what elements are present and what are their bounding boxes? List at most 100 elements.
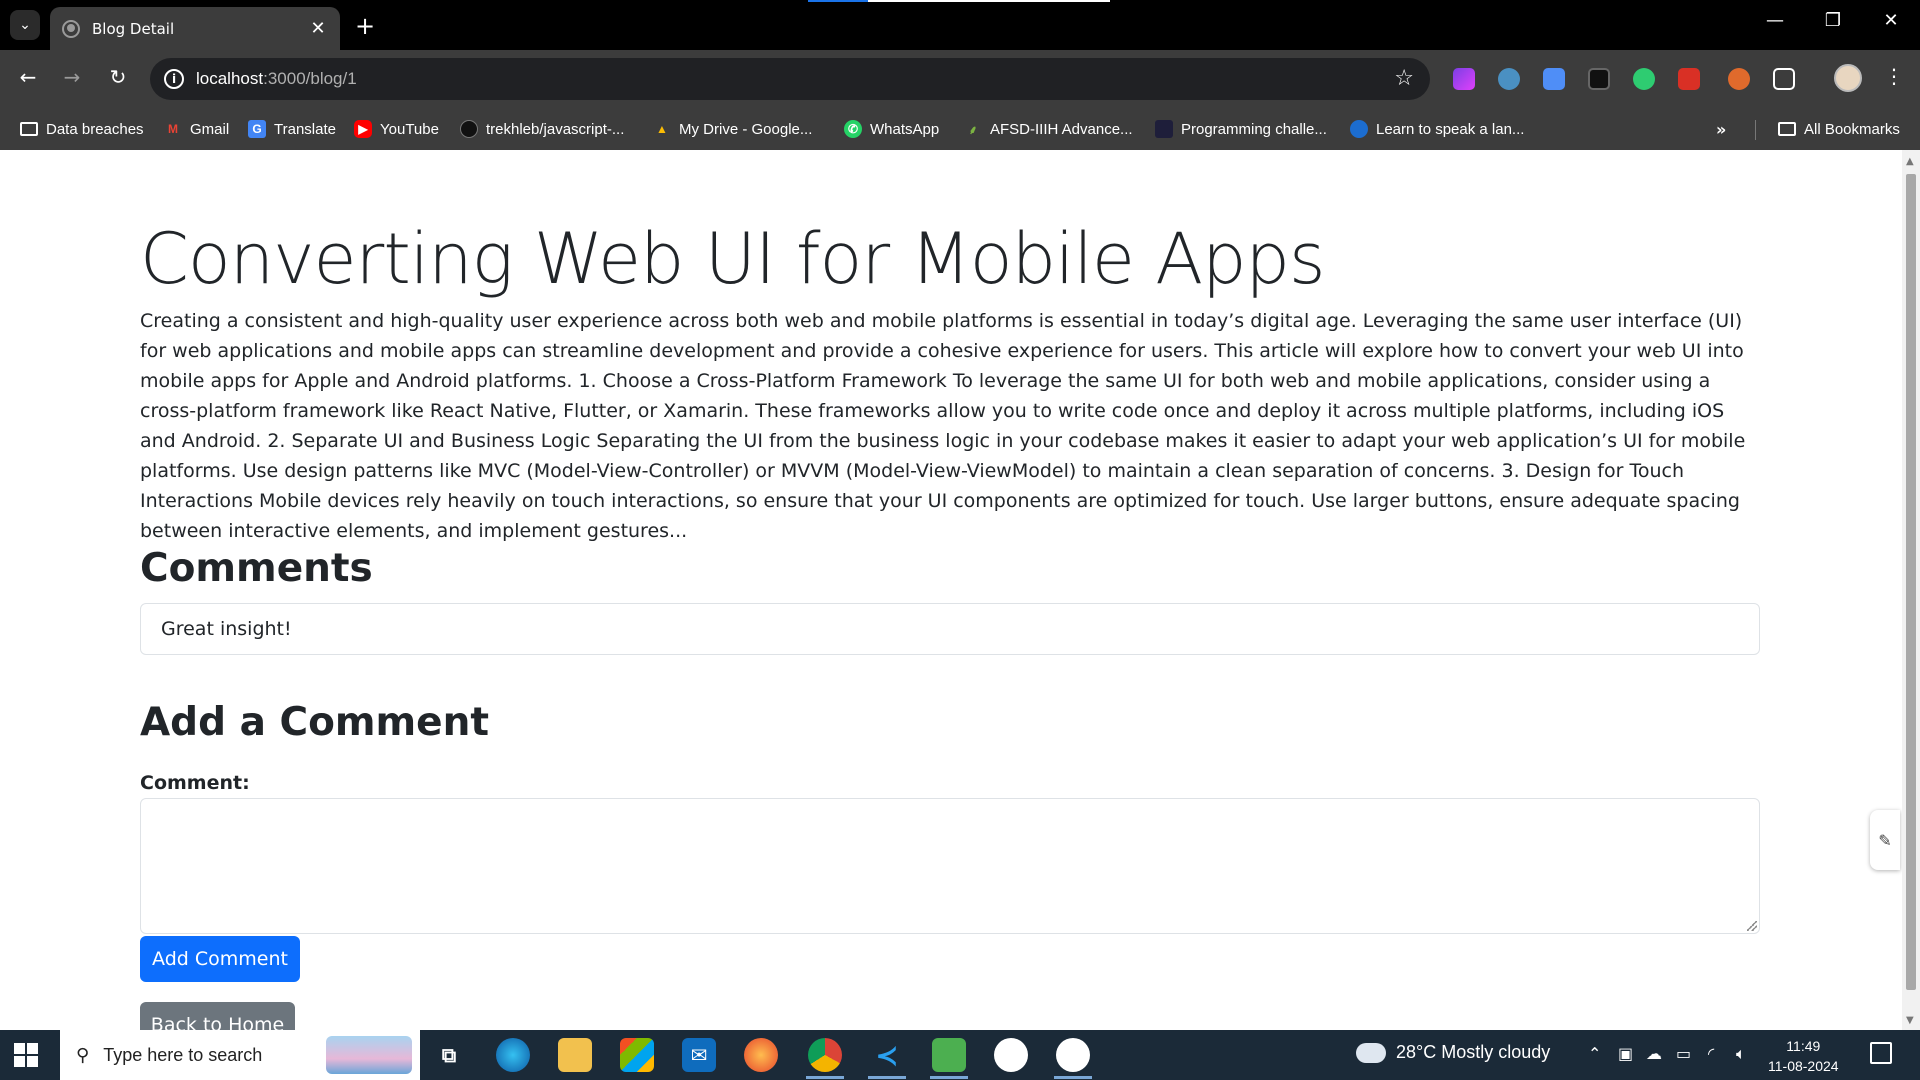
cloud-icon (1352, 1036, 1386, 1063)
page-viewport: Converting Web UI for Mobile Apps Creati… (0, 150, 1902, 1030)
close-icon[interactable]: ✕ (308, 18, 328, 39)
extension-dark-icon[interactable] (1588, 68, 1610, 90)
vscode-active-indicator (868, 1076, 906, 1079)
chrome-active-indicator (806, 1076, 844, 1079)
file-explorer-icon[interactable] (558, 1038, 592, 1072)
extensions-puzzle-icon[interactable] (1773, 68, 1795, 90)
bookmark-programming[interactable]: Programming challe... (1155, 116, 1327, 142)
tab-title: Blog Detail (92, 19, 175, 38)
all-bookmarks[interactable]: All Bookmarks (1778, 116, 1900, 142)
chevron-up-icon[interactable]: ⌃ (1588, 1044, 1601, 1063)
onedrive-cloud-icon[interactable]: ☁ (1646, 1044, 1662, 1063)
app-panda-icon-2[interactable] (1056, 1038, 1090, 1072)
windows-start-icon[interactable] (14, 1043, 38, 1067)
extension-icon[interactable] (1453, 68, 1475, 90)
reload-button[interactable]: ↻ (104, 65, 132, 89)
extension-clock-icon[interactable] (1498, 68, 1520, 90)
add-comment-button[interactable]: Add Comment (140, 936, 300, 982)
comment-item: Great insight! (140, 603, 1760, 655)
microsoft-store-icon[interactable] (620, 1038, 654, 1072)
comment-label: Comment: (140, 772, 250, 794)
wifi-icon[interactable]: ◜ (1708, 1044, 1714, 1063)
browser-toolbar: ← → ↻ i localhost:3000/blog/1 ☆ ⋮ (0, 50, 1920, 108)
tab-strip: ⌄ Blog Detail ✕ + — ❐ ✕ (0, 0, 1920, 50)
loading-indicator (808, 0, 1110, 2)
chevron-down-icon: ⌄ (19, 17, 31, 33)
windows-taskbar: ⚲ Type here to search ⧉ ✉ ≺ 28°C Mostly … (0, 1030, 1920, 1080)
bookmarks-overflow-icon[interactable]: » (1716, 120, 1726, 139)
bookmark-gmail[interactable]: M Gmail (164, 116, 229, 142)
page-scrollbar[interactable]: ▲ ▼ (1902, 150, 1920, 1030)
bookmark-translate[interactable]: G Translate (248, 116, 336, 142)
edge-icon[interactable] (496, 1038, 530, 1072)
extension-badge-icon[interactable] (1728, 68, 1750, 90)
bookmarks-bar: Data breaches M Gmail G Translate ▶ YouTube… (0, 108, 1920, 150)
translate-icon: G (248, 120, 266, 138)
scroll-down-arrow-icon[interactable]: ▼ (1906, 1015, 1914, 1026)
app-active-indicator (930, 1076, 968, 1079)
address-bar[interactable]: i localhost:3000/blog/1 ☆ (150, 58, 1430, 100)
forward-button[interactable]: → (58, 65, 86, 89)
bookmark-whatsapp[interactable]: ✆ WhatsApp (844, 116, 939, 142)
search-icon: ⚲ (76, 1044, 90, 1066)
comments-heading: Comments (140, 546, 373, 591)
side-panel-handle[interactable]: ✎ (1870, 810, 1900, 870)
app-icon[interactable] (932, 1038, 966, 1072)
bookmark-github[interactable]: trekhleb/javascript-... (460, 116, 624, 142)
meet-icon[interactable]: ▣ (1618, 1044, 1633, 1063)
bookmark-star-icon[interactable]: ☆ (1394, 66, 1414, 91)
add-comment-heading: Add a Comment (140, 700, 490, 745)
taskbar-search[interactable]: ⚲ Type here to search (60, 1030, 420, 1080)
folder-icon (20, 122, 38, 136)
duolingo-icon (1350, 120, 1368, 138)
minimize-button[interactable]: — (1760, 10, 1790, 31)
weather-widget[interactable]: 28°C Mostly cloudy (1352, 1036, 1551, 1063)
globe-icon (62, 19, 80, 38)
extension-docs-icon[interactable] (1543, 68, 1565, 90)
profile-avatar[interactable] (1834, 64, 1862, 92)
window-close-button[interactable]: ✕ (1876, 10, 1906, 31)
chrome-icon[interactable] (808, 1038, 842, 1072)
youtube-icon: ▶ (354, 120, 372, 138)
scroll-thumb[interactable] (1906, 174, 1916, 990)
bookmarks-divider (1755, 120, 1756, 140)
pen-icon: ✎ (1878, 830, 1892, 850)
notification-icon[interactable] (1870, 1042, 1892, 1064)
google-drive-icon: ▲ (656, 122, 668, 136)
github-icon (460, 120, 478, 138)
tab-blog-detail[interactable]: Blog Detail ✕ (50, 7, 340, 50)
bookmark-data-breaches[interactable]: Data breaches (20, 116, 144, 142)
app-panda-icon[interactable] (994, 1038, 1028, 1072)
bookmark-youtube[interactable]: ▶ YouTube (354, 116, 439, 142)
app-panda-active-indicator (1054, 1076, 1092, 1079)
mail-icon[interactable]: ✉ (682, 1038, 716, 1072)
url-text[interactable]: localhost:3000/blog/1 (196, 69, 357, 89)
more-menu-icon[interactable]: ⋮ (1884, 64, 1904, 88)
tab-search-button[interactable]: ⌄ (10, 10, 40, 40)
search-highlight-image (326, 1036, 412, 1074)
gmail-icon: M (168, 122, 178, 136)
whatsapp-icon: ✆ (844, 120, 862, 138)
back-to-home-button[interactable]: Back to Home (140, 1002, 295, 1030)
volume-icon[interactable]: 🔈︎ (1736, 1044, 1746, 1064)
system-clock[interactable]: 11:49 11-08-2024 (1768, 1036, 1839, 1076)
site-info-icon[interactable]: i (164, 69, 184, 89)
comment-textarea[interactable] (140, 798, 1760, 934)
new-tab-button[interactable]: + (352, 12, 378, 40)
resize-grip-icon[interactable] (1747, 921, 1757, 931)
firefox-icon[interactable] (744, 1038, 778, 1072)
battery-icon[interactable]: ▭ (1676, 1044, 1691, 1063)
restore-button[interactable]: ❐ (1818, 10, 1848, 31)
code-icon (1155, 120, 1173, 138)
bookmark-duolingo[interactable]: Learn to speak a lan... (1350, 116, 1524, 142)
vscode-icon[interactable]: ≺ (870, 1038, 904, 1072)
back-button[interactable]: ← (14, 65, 42, 89)
bookmark-google-drive[interactable]: ▲ My Drive - Google... (653, 116, 812, 142)
extension-green-icon[interactable] (1633, 68, 1655, 90)
article-body: Creating a consistent and high-quality u… (140, 310, 1746, 542)
weather-text: 28°C Mostly cloudy (1396, 1042, 1551, 1062)
scroll-up-arrow-icon[interactable]: ▲ (1906, 156, 1914, 167)
task-view-icon[interactable]: ⧉ (432, 1038, 466, 1072)
bookmark-afsd[interactable]: ⸙ AFSD-IIIH Advance... (964, 116, 1132, 142)
extension-red-icon[interactable] (1678, 68, 1700, 90)
